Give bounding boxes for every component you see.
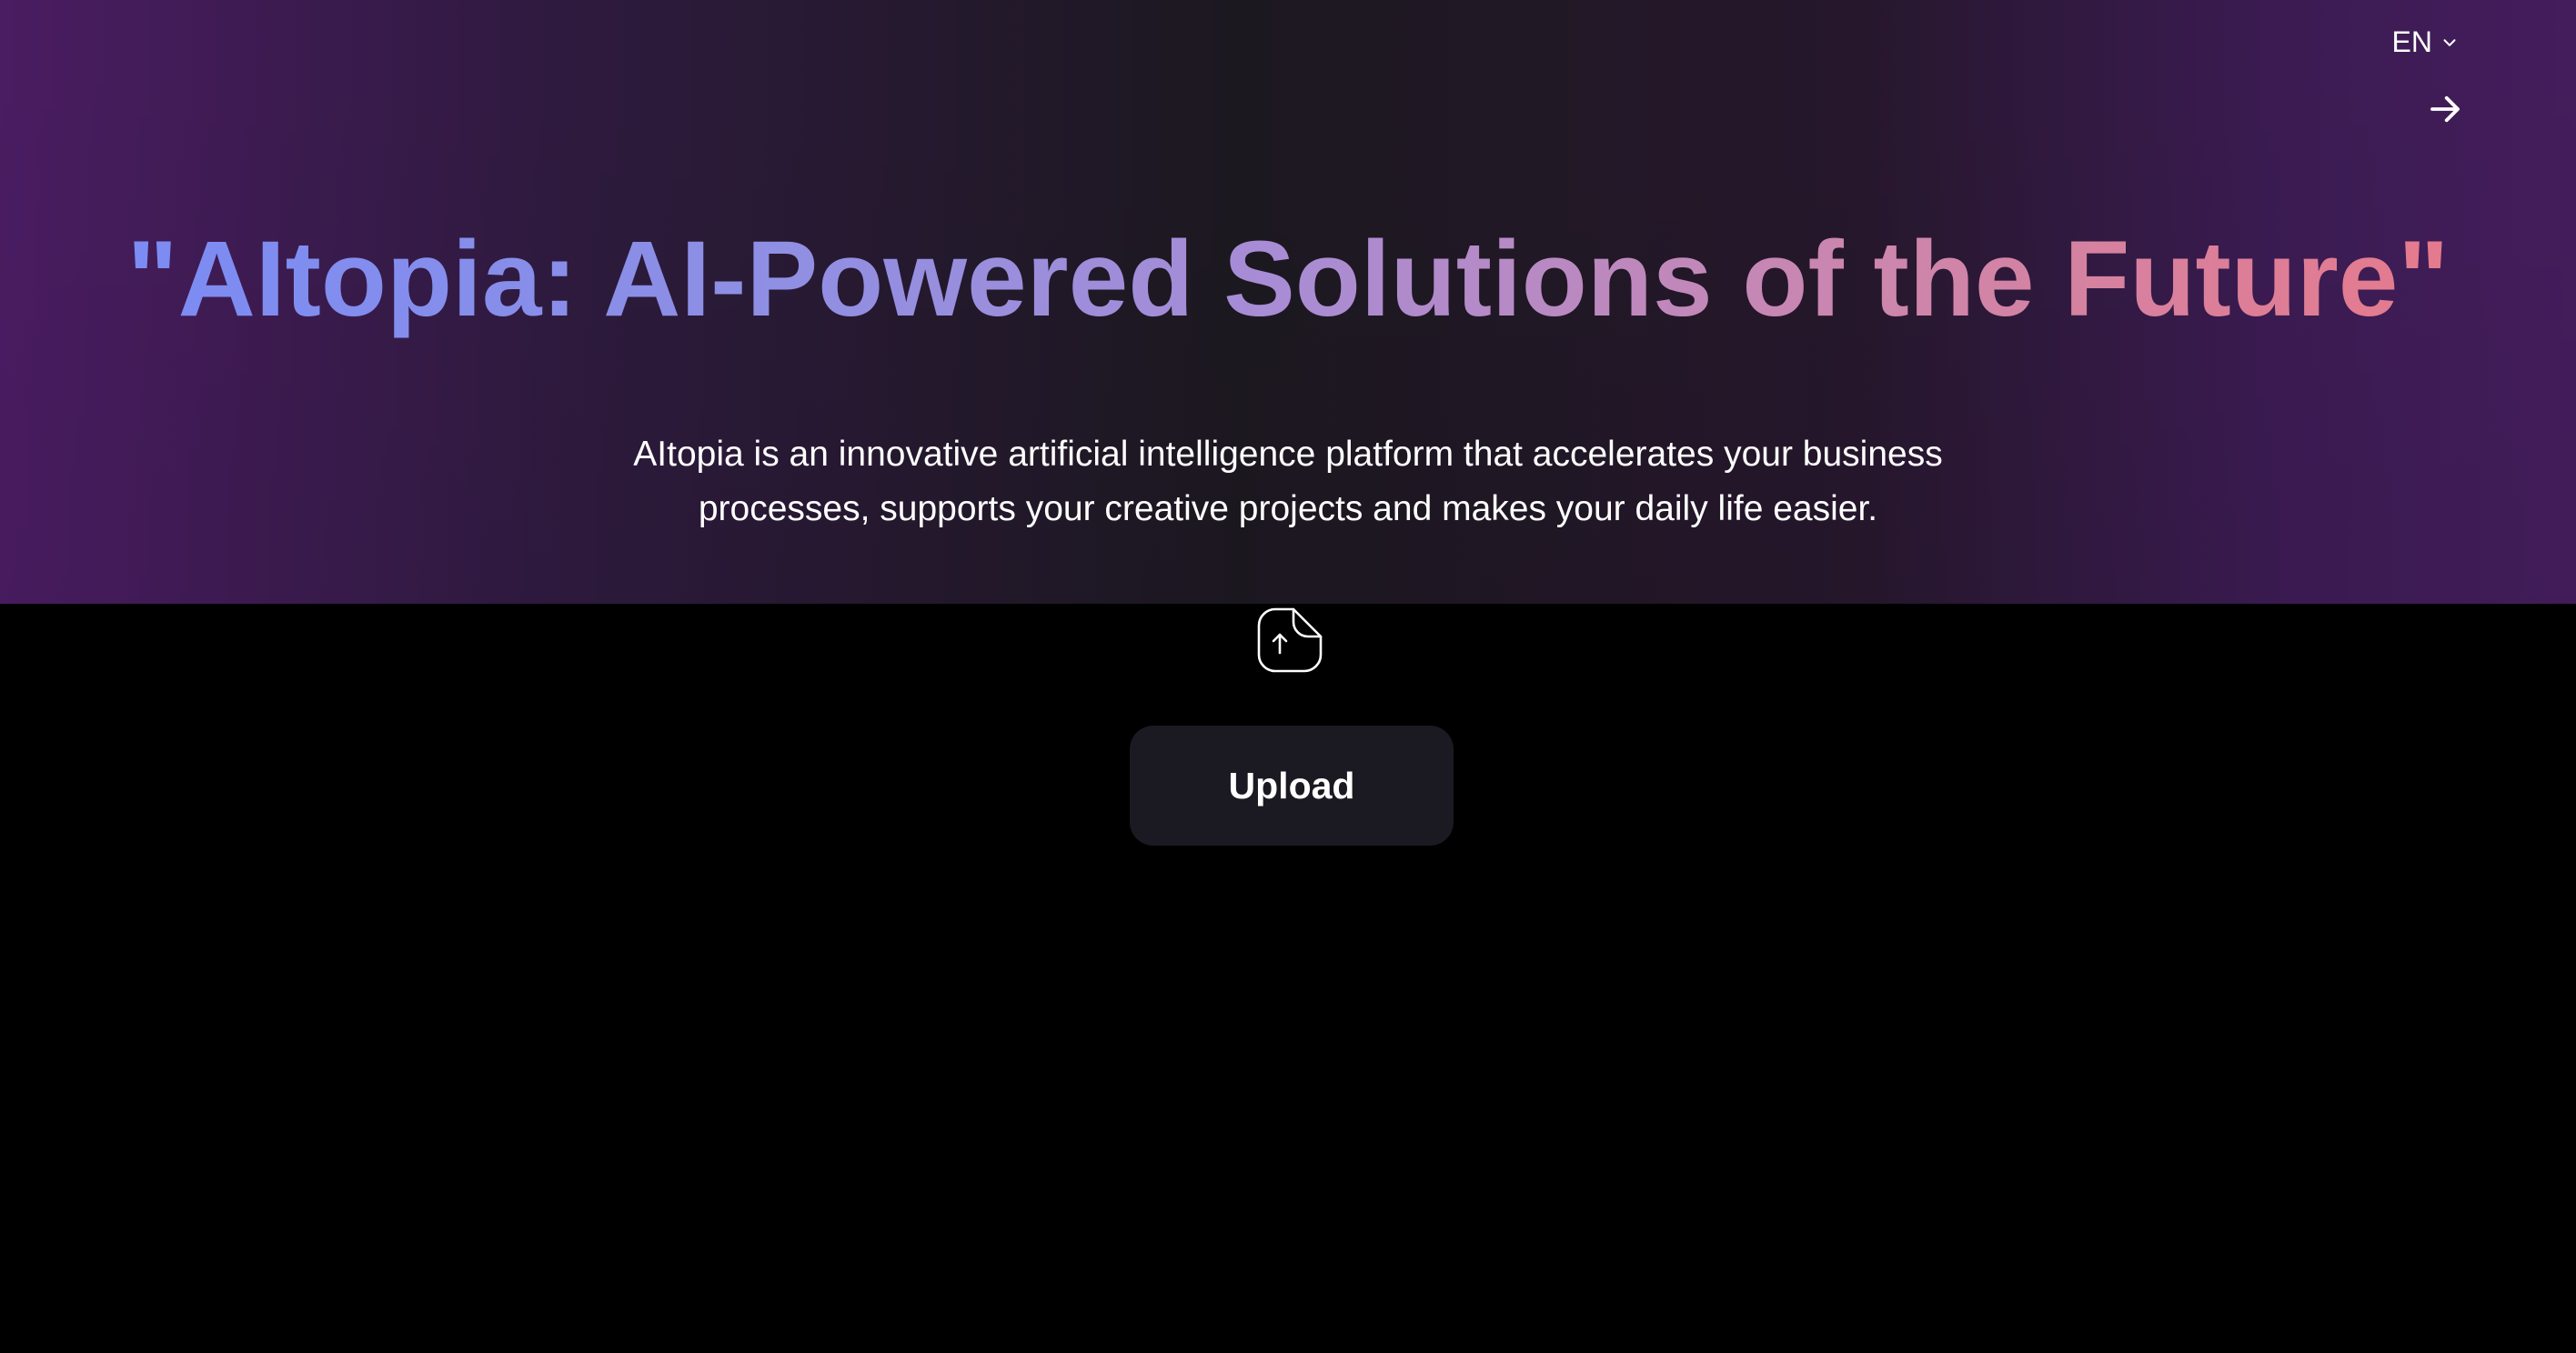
hero-title-text: "AItopia: AI-Powered Solutions of the Fu… xyxy=(126,219,2450,339)
upload-button[interactable]: Upload xyxy=(1130,726,1454,846)
hero-description: AItopia is an innovative artificial inte… xyxy=(633,435,1943,528)
hero-section: EN "AItopia: AI-Powered Solutions of the… xyxy=(0,0,2576,604)
continue-arrow-button[interactable] xyxy=(2423,87,2467,131)
arrow-right-icon xyxy=(2430,95,2460,123)
page: EN "AItopia: AI-Powered Solutions of the… xyxy=(0,0,2576,1353)
chevron-down-icon xyxy=(2443,38,2456,46)
hero-title: "AItopia: AI-Powered Solutions of the Fu… xyxy=(0,211,2576,347)
language-label: EN xyxy=(2391,25,2432,58)
file-upload-icon[interactable] xyxy=(1255,606,1324,675)
language-selector[interactable]: EN xyxy=(2392,25,2460,59)
